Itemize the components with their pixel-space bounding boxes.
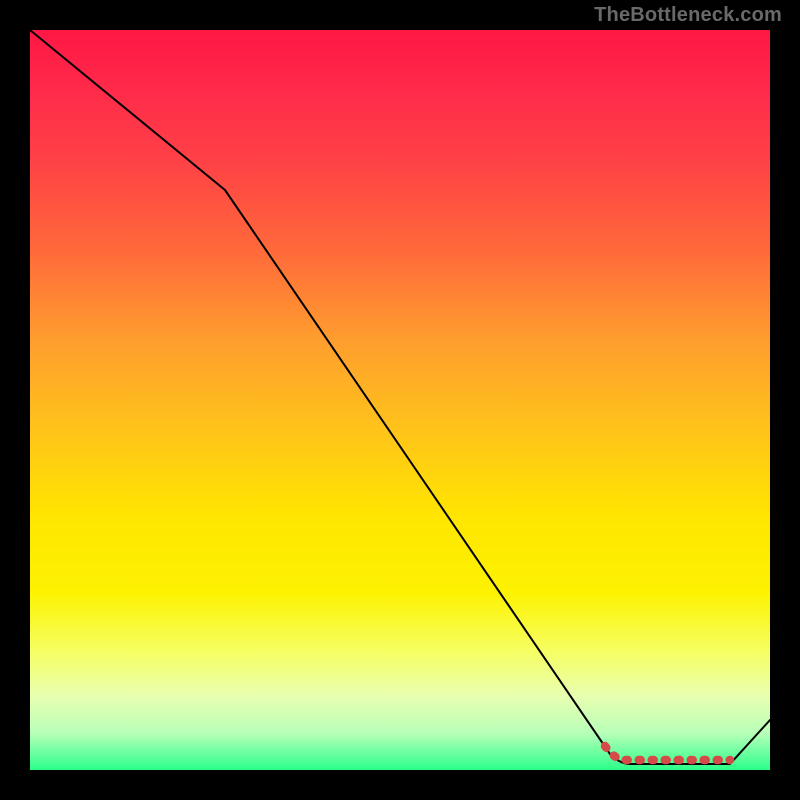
chart-overlay xyxy=(30,30,770,770)
chart-frame: TheBottleneck.com xyxy=(0,0,800,800)
attribution-label: TheBottleneck.com xyxy=(594,4,782,27)
main-curve xyxy=(30,30,770,764)
accent-curve-highlight xyxy=(605,746,730,760)
